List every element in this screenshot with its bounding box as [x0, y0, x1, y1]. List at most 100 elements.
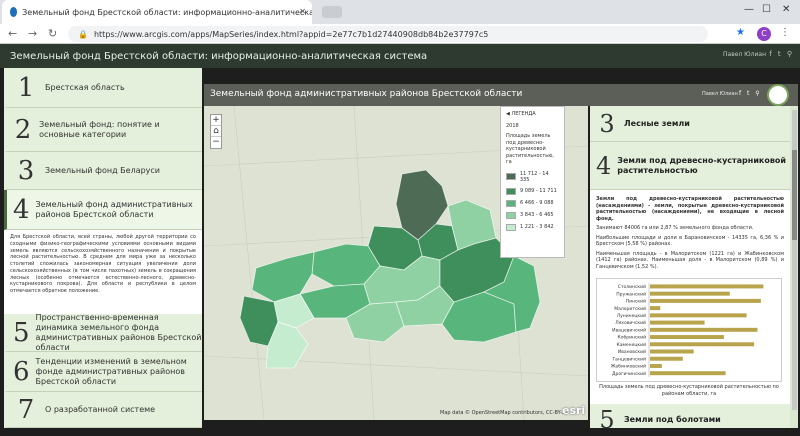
tab-title: Земельный фонд Брестской области: информ… [22, 7, 312, 17]
legend-swatch [506, 173, 516, 180]
legend-year: 2018 [506, 123, 519, 129]
legend-header-text: ЛЕГЕНДА [511, 111, 536, 117]
esri-logo: esri [562, 404, 586, 417]
chart-bar [650, 306, 661, 311]
back-icon[interactable]: ← [8, 27, 17, 40]
chart-category-label: Каменецкий [617, 341, 647, 348]
profile-avatar[interactable]: C [757, 27, 771, 41]
chart-bar [650, 371, 726, 376]
bookmark-star-icon[interactable]: ★ [736, 27, 745, 38]
legend-label: 3 843 - 6 465 [520, 212, 554, 218]
accordion-item-2[interactable]: 2 Земельный фонд: понятие и основные кат… [4, 108, 202, 152]
chart-bar [650, 363, 662, 368]
address-bar[interactable]: 🔒 https://www.arcgis.com/apps/MapSeries/… [68, 26, 708, 42]
taskbar-strip [0, 428, 800, 436]
item-number: 6 [13, 356, 30, 387]
item-label: Земельный фонд: понятие и основные катег… [39, 119, 160, 139]
accordion-item-5[interactable]: 5 Пространственно-временная динамика зем… [4, 312, 202, 352]
legend-header[interactable]: ◀ ЛЕГЕНДА [506, 111, 559, 117]
url-text: https://www.arcgis.com/apps/MapSeries/in… [93, 29, 489, 39]
item-label: Лесные земли [624, 118, 690, 128]
bar-chart-svg: СтолинскийПружанскийПинскийМалоритскийЛу… [611, 283, 764, 377]
chart-category-label: Дрогичинский [612, 370, 646, 377]
chart-bar [650, 298, 761, 303]
content-paragraph: Земли под древесно-кустарниковой растите… [596, 196, 784, 222]
lock-icon: 🔒 [78, 29, 88, 39]
accordion-item-1[interactable]: 1 Брестская область [4, 68, 202, 108]
chart-category-label: Кобринский [618, 334, 647, 341]
accordion-item-7[interactable]: 7 О разработанной системе [4, 392, 202, 428]
menu-icon[interactable]: ⋮ [780, 27, 790, 38]
chart-bar [650, 313, 747, 318]
right-panel: 3 Лесные земли 4 Земли под древесно-куст… [590, 106, 798, 436]
favicon-icon [10, 7, 18, 17]
right-scrollbar[interactable] [792, 110, 797, 410]
browser-titlebar: Земельный фонд Брестской области: информ… [0, 0, 800, 24]
chart-bar [650, 327, 758, 332]
map-header-user[interactable]: Павел Юлиан [702, 91, 738, 97]
item-label: Пространственно-временная динамика земел… [35, 312, 202, 352]
item-label: Тенденции изменений в земельном фонде ад… [35, 356, 187, 386]
map-title: Земельный фонд административных районов … [210, 89, 523, 99]
browser-toolbar: ← → ↻ 🔒 https://www.arcgis.com/apps/MapS… [0, 24, 800, 44]
chart-bar [650, 335, 724, 340]
right-item-4-content: Земли под древесно-кустарниковой растите… [590, 190, 790, 404]
legend-label: 9 089 - 11 711 [520, 188, 557, 194]
legend-row: 9 089 - 11 711 [506, 187, 559, 195]
legend-row: 1 221 - 3 842 [506, 223, 559, 231]
content-paragraph: Занимают 84006 га или 2,87 % земельного … [596, 225, 754, 231]
chart-bar [650, 349, 694, 354]
item-label: Земельный фонд Беларуси [45, 165, 160, 175]
chart-category-label: Столинский [618, 283, 646, 290]
minimize-icon[interactable]: — [744, 4, 754, 15]
item-label: Земли под древесно-кустарниковой растите… [617, 155, 787, 175]
scrollbar-thumb[interactable] [792, 150, 797, 240]
map-share-icons[interactable]: f t ⚲ [739, 90, 762, 97]
home-button[interactable]: ⌂ [211, 126, 221, 137]
legend-label: 6 466 - 9 088 [520, 200, 554, 206]
zoom-out-button[interactable]: − [211, 137, 221, 148]
chart-category-label: Ивановский [618, 348, 646, 355]
accordion-item-4[interactable]: 4 Земельный фонд административных районо… [4, 190, 202, 230]
zoom-controls: + ⌂ − [210, 114, 222, 149]
maximize-icon[interactable]: ☐ [762, 4, 771, 15]
item-number: 3 [599, 109, 615, 138]
share-icons[interactable]: f t ⚲ [769, 50, 794, 58]
zoom-in-button[interactable]: + [211, 115, 221, 126]
item-label: О разработанной системе [45, 404, 156, 414]
map-attribution: Map data © OpenStreetMap contributors, C… [440, 410, 569, 416]
legend-swatch [506, 199, 516, 207]
new-tab-button[interactable] [322, 6, 342, 18]
item-number: 1 [17, 72, 35, 103]
forward-icon[interactable]: → [28, 27, 37, 40]
chart-caption: Площадь земель под древесно-кустарниково… [599, 384, 779, 397]
accordion-item-3[interactable]: 3 Земельный фонд Беларуси [4, 152, 202, 190]
item-number: 4 [13, 194, 30, 225]
chart-category-label: Ганцевичский [612, 355, 646, 362]
close-tab-icon[interactable]: ✕ [299, 7, 306, 16]
chart-category-label: Жабинковский [611, 363, 646, 370]
right-item-4[interactable]: 4 Земли под древесно-кустарниковой расти… [590, 142, 790, 190]
close-window-icon[interactable]: ✕ [782, 4, 790, 15]
header-user[interactable]: Павел Юлиан [723, 51, 766, 58]
accordion-item-6[interactable]: 6 Тенденции изменений в земельном фонде … [4, 352, 202, 392]
item-number: 5 [13, 317, 30, 348]
right-item-3[interactable]: 3 Лесные земли [590, 106, 790, 142]
chart-category-label: Ляховичский [615, 319, 646, 326]
item-number: 4 [596, 151, 612, 180]
chart-category-label: Пружанский [616, 290, 646, 297]
legend-swatch [506, 187, 516, 195]
left-panel: 1 Брестская область 2 Земельный фонд: по… [4, 68, 202, 428]
legend-row: 3 843 - 6 465 [506, 211, 559, 219]
reload-icon[interactable]: ↻ [48, 27, 57, 40]
legend-description: Площадь земель под древесно-кустарниково… [506, 133, 555, 165]
browser-tab[interactable]: Земельный фонд Брестской области: информ… [2, 0, 312, 24]
legend-row: 11 712 - 14 335 [506, 171, 559, 183]
item-4-content: Для Брестской области, всей страны, любо… [4, 230, 202, 314]
chart-category-label: Пинский [626, 298, 646, 305]
map-legend: ◀ ЛЕГЕНДА 2018 Площадь земель под древес… [500, 106, 565, 258]
item-number: 2 [14, 114, 32, 145]
chart-bar [650, 291, 730, 296]
legend-row: 6 466 - 9 088 [506, 199, 559, 207]
app-title: Земельный фонд Брестской области: информ… [10, 50, 428, 62]
